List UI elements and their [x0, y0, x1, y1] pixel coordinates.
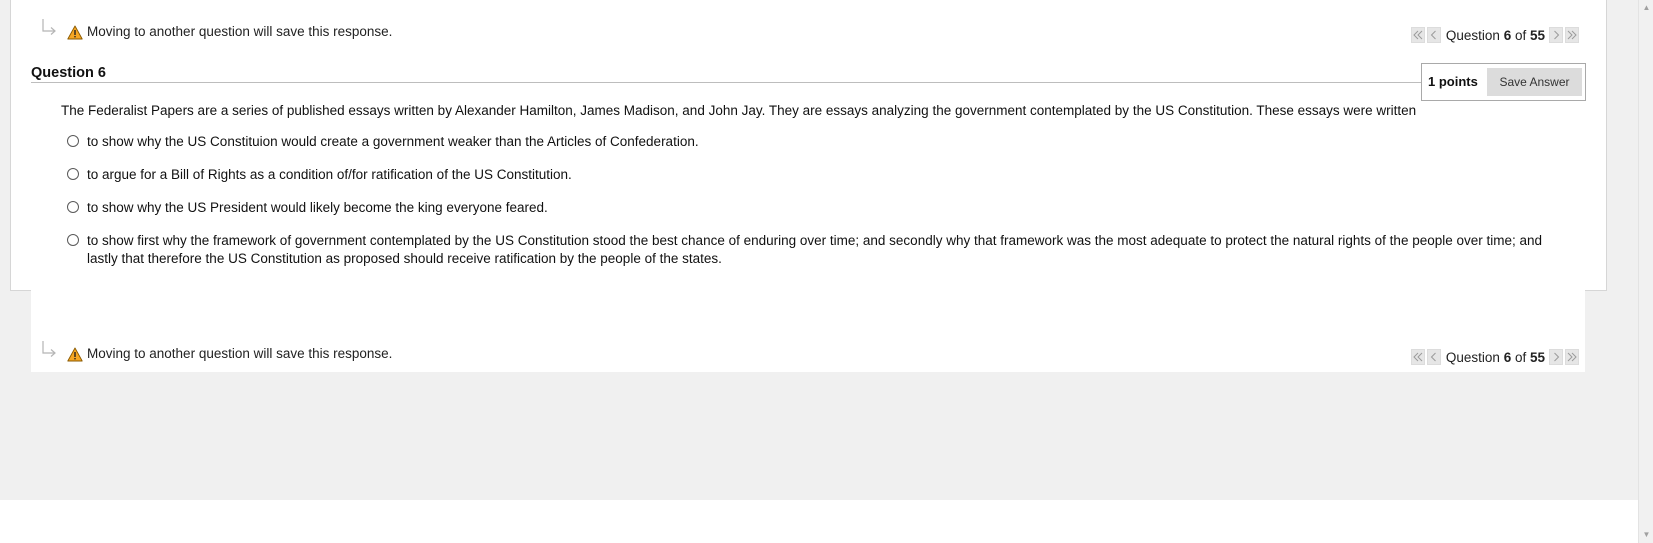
- double-chevron-right-icon: [1567, 30, 1577, 40]
- total-question-count: 55: [1529, 27, 1545, 43]
- last-question-button[interactable]: [1565, 27, 1579, 43]
- question-pager: Question 6 of 55: [1410, 26, 1580, 44]
- previous-question-button[interactable]: [1426, 27, 1441, 43]
- next-question-button[interactable]: [1549, 27, 1563, 43]
- first-question-button[interactable]: [1410, 27, 1425, 43]
- question-counter: Question 6 of 55: [1445, 27, 1545, 43]
- first-question-button[interactable]: [1410, 349, 1425, 365]
- answer-option-label[interactable]: to show first why the framework of gover…: [87, 232, 1567, 268]
- chevron-right-icon: [1554, 352, 1560, 362]
- question-title: Question 6: [31, 65, 106, 81]
- indent-arrow-icon: [42, 341, 56, 357]
- points-label: 1 points: [1428, 74, 1478, 89]
- vertical-scrollbar[interactable]: ▲ ▼: [1638, 0, 1653, 543]
- bottom-navigation-bar: Moving to another question will save thi…: [36, 340, 1584, 370]
- quiz-viewport: Moving to another question will save thi…: [0, 0, 1653, 543]
- chevron-right-icon: [1554, 30, 1560, 40]
- page-footer-area: [0, 500, 1638, 543]
- question-counter: Question 6 of 55: [1445, 349, 1545, 365]
- last-question-button[interactable]: [1565, 349, 1579, 365]
- warning-icon: [67, 25, 83, 40]
- double-chevron-right-icon: [1567, 352, 1577, 362]
- save-answer-button[interactable]: Save Answer: [1487, 68, 1582, 96]
- points-box: 1 points Save Answer: [1421, 63, 1586, 101]
- question-pager: Question 6 of 55: [1410, 348, 1580, 366]
- warning-icon: [67, 347, 83, 362]
- indent-arrow-icon: [42, 19, 56, 35]
- answer-option-label[interactable]: to show why the US President would likel…: [87, 199, 1567, 217]
- scroll-down-arrow-icon[interactable]: ▼: [1642, 530, 1651, 539]
- save-notice-text: Moving to another question will save thi…: [87, 24, 393, 39]
- top-navigation-bar: Moving to another question will save thi…: [36, 18, 1584, 48]
- scroll-up-arrow-icon[interactable]: ▲: [1642, 3, 1651, 12]
- chevron-left-icon: [1430, 30, 1436, 40]
- answer-radio[interactable]: [67, 135, 79, 147]
- previous-question-button[interactable]: [1426, 349, 1441, 365]
- answer-radio[interactable]: [67, 201, 79, 213]
- total-question-count: 55: [1529, 349, 1545, 365]
- question-prompt: The Federalist Papers are a series of pu…: [61, 103, 1417, 118]
- double-chevron-left-icon: [1413, 30, 1423, 40]
- save-notice-text: Moving to another question will save thi…: [87, 346, 393, 361]
- next-question-button[interactable]: [1549, 349, 1563, 365]
- double-chevron-left-icon: [1413, 352, 1423, 362]
- chevron-left-icon: [1430, 352, 1436, 362]
- answer-option-label[interactable]: to show why the US Constituion would cre…: [87, 133, 1567, 151]
- answer-radio[interactable]: [67, 168, 79, 180]
- answer-option-label[interactable]: to argue for a Bill of Rights as a condi…: [87, 166, 1567, 184]
- question-divider: [31, 82, 1426, 83]
- answer-radio[interactable]: [67, 234, 79, 246]
